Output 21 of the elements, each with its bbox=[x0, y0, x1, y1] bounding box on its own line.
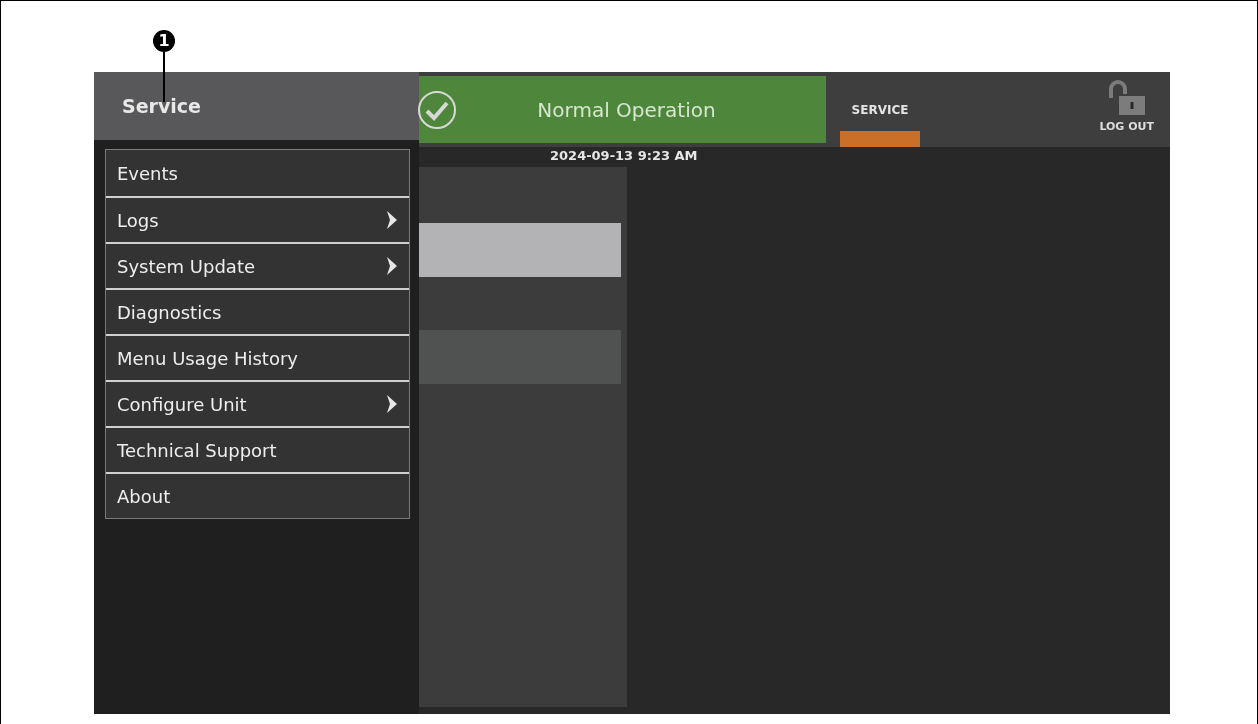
callout-number: 1 bbox=[153, 30, 175, 52]
list-row[interactable] bbox=[419, 330, 621, 384]
menu-title: Service bbox=[122, 95, 201, 117]
chevron-right-icon bbox=[385, 255, 399, 277]
menu-item[interactable]: Menu Usage History bbox=[106, 334, 409, 380]
list-row[interactable] bbox=[419, 223, 621, 277]
chevron-right-icon bbox=[385, 393, 399, 415]
menu-item[interactable]: System Update bbox=[106, 242, 409, 288]
logout-button[interactable]: LOG OUT bbox=[1093, 72, 1160, 147]
check-circle-icon bbox=[417, 89, 457, 130]
status-text: Normal Operation bbox=[536, 97, 717, 122]
date-time: 2024-09-13 9:23 AM bbox=[550, 148, 698, 163]
menu-item[interactable]: Diagnostics bbox=[106, 288, 409, 334]
menu-item[interactable]: Configure Unit bbox=[106, 380, 409, 426]
menu-item[interactable]: Events bbox=[106, 150, 409, 196]
menu-item[interactable]: Logs bbox=[106, 196, 409, 242]
menu-item[interactable]: Technical Support bbox=[106, 426, 409, 472]
menu-item[interactable]: About bbox=[106, 472, 409, 518]
leader-line bbox=[163, 52, 165, 102]
chevron-right-icon bbox=[385, 209, 399, 231]
service-tab[interactable]: SERVICE bbox=[840, 72, 920, 147]
